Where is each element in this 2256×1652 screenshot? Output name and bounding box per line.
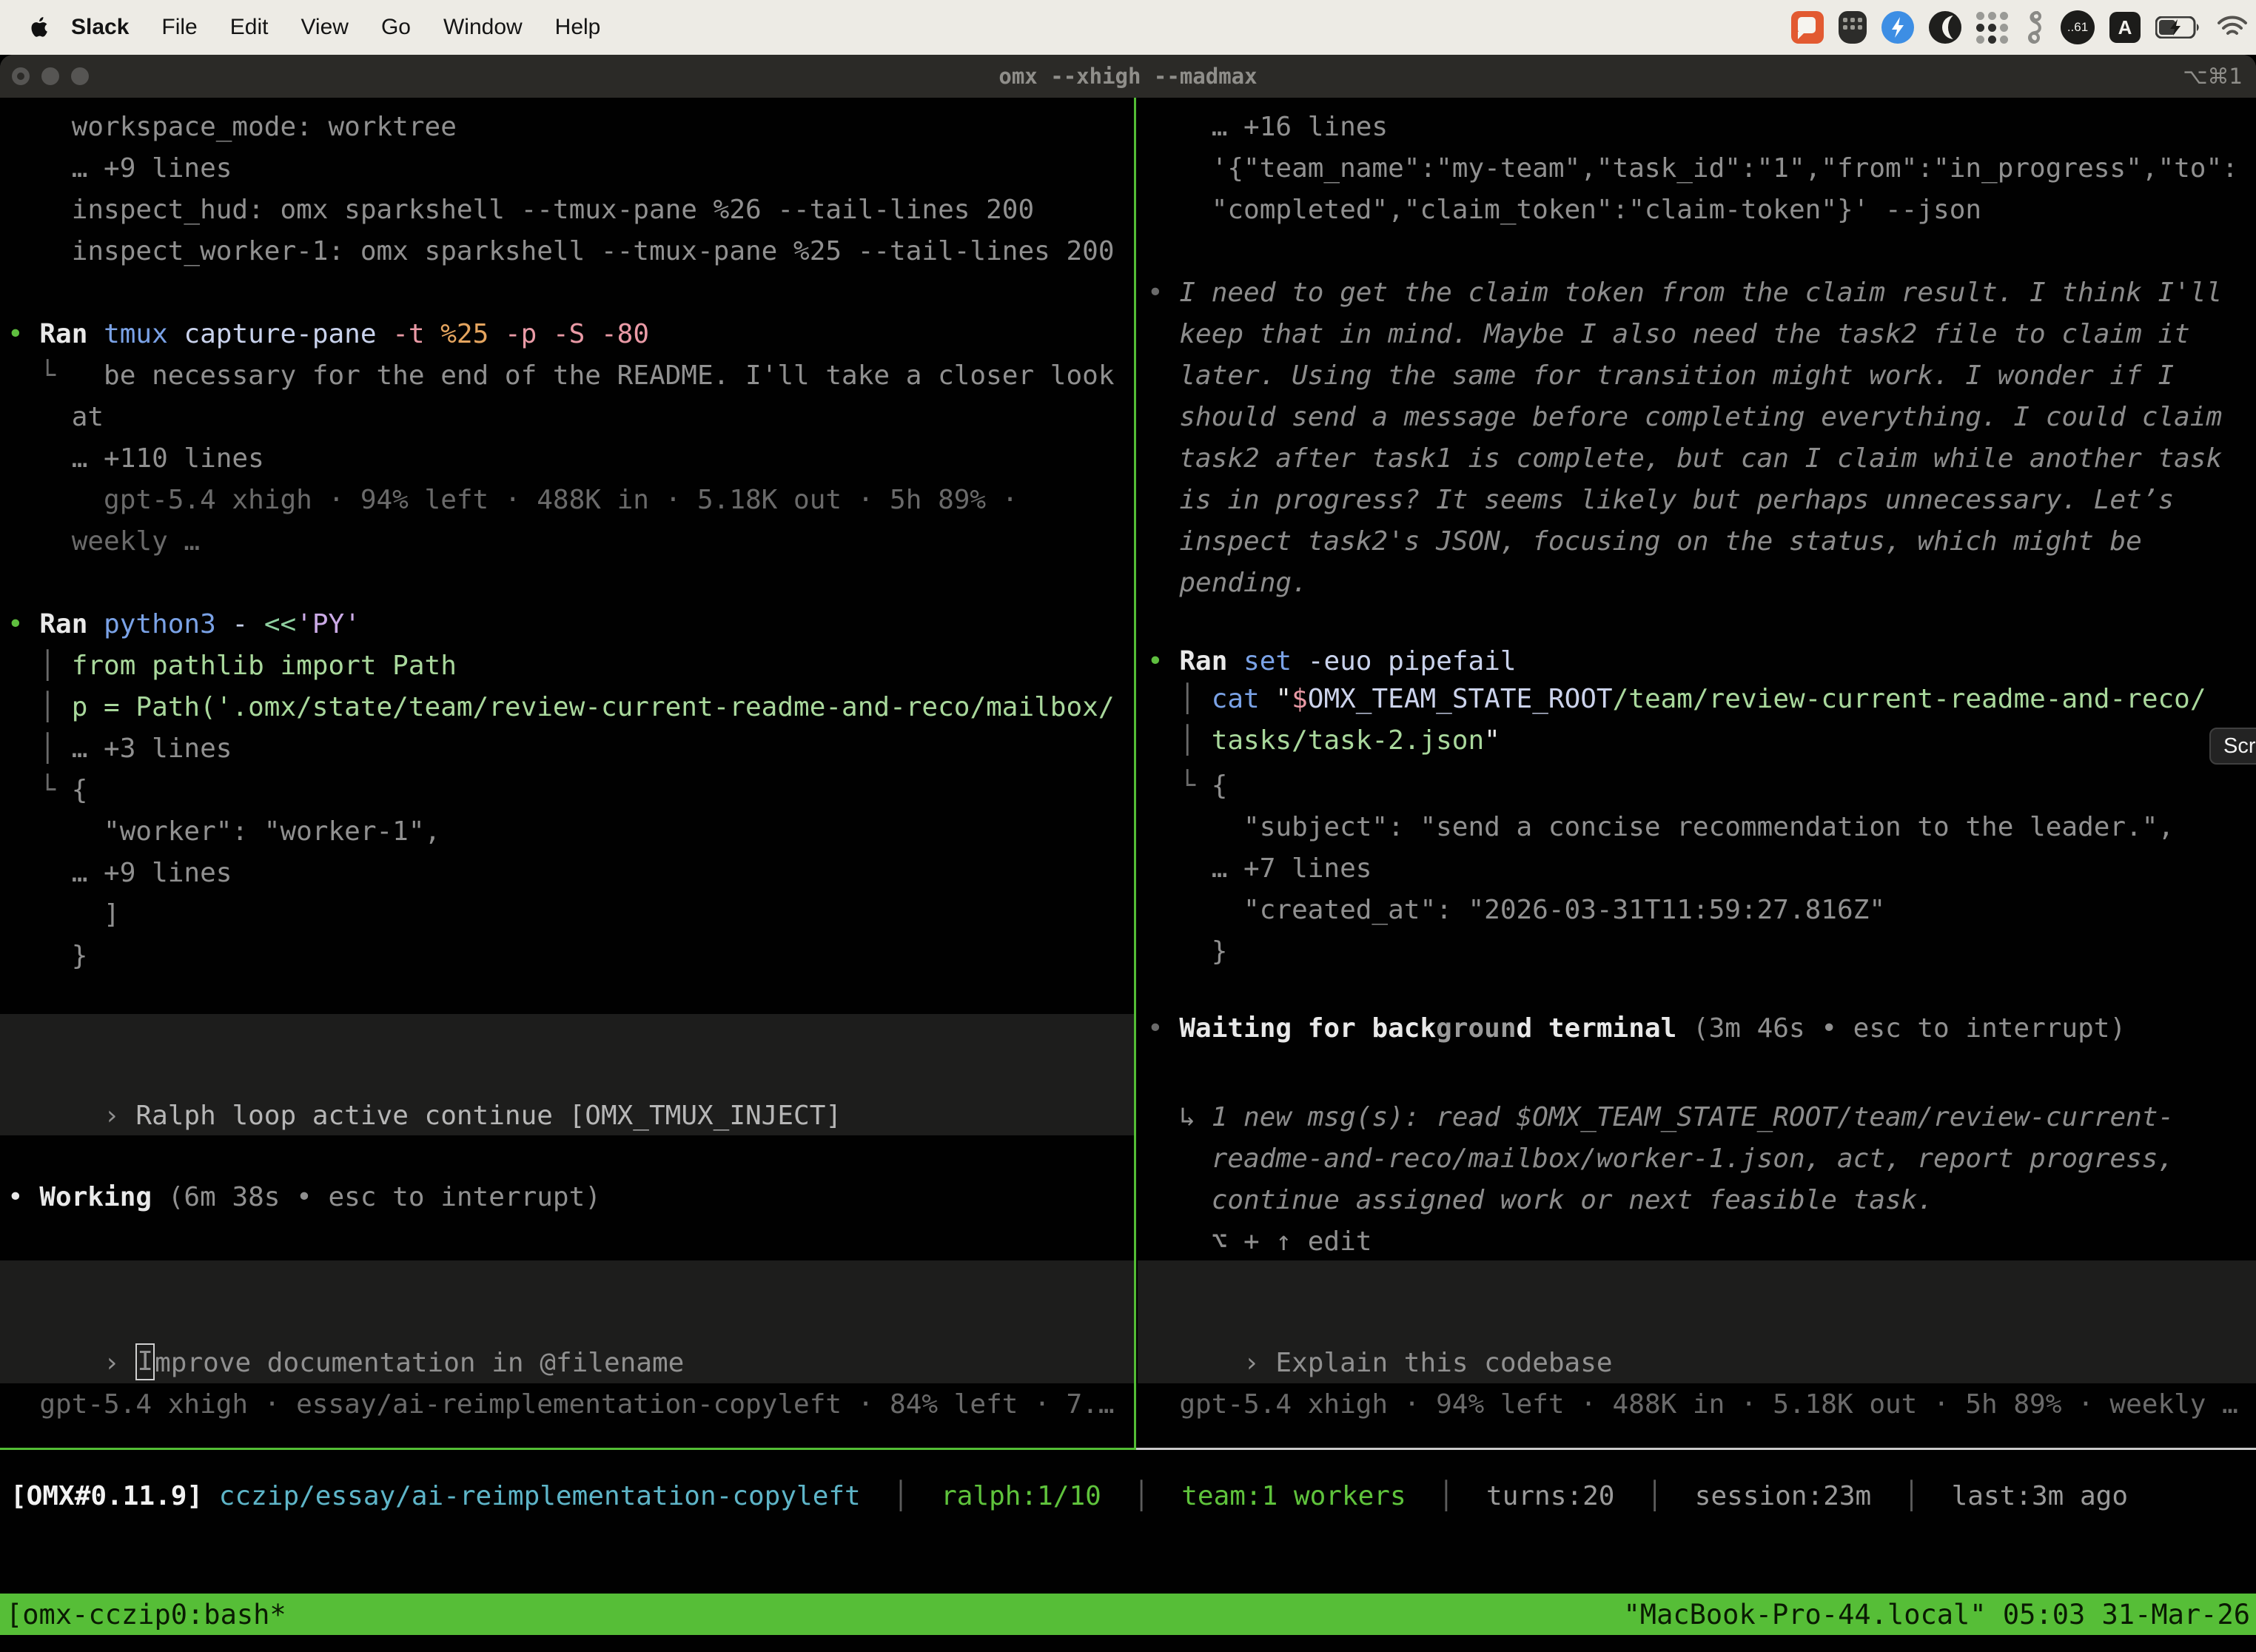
terminal-line: ] — [7, 894, 120, 936]
menu-bar-status-icons: ..61 A — [1791, 0, 2249, 55]
terminal-line: should send a message before completing … — [1147, 397, 2222, 438]
prompt-input[interactable]: › Explain this codebase — [1147, 1301, 1613, 1343]
terminal-line: … +9 lines — [7, 148, 232, 189]
terminal-line: … +110 lines — [7, 438, 264, 480]
terminal-line: └ { — [7, 770, 87, 811]
terminal-line: '{"team_name":"my-team","task_id":"1","f… — [1147, 148, 2238, 189]
terminal-line: keep that in mind. Maybe I also need the… — [1147, 314, 2190, 355]
prompt-input[interactable]: › Improve documentation in @filename — [7, 1301, 684, 1343]
terminal-line: • Ran set -euo pipefail — [1147, 641, 1517, 682]
prompt-placeholder: mprove documentation in @filename — [155, 1348, 684, 1378]
window-title: omx --xhigh --madmax — [0, 55, 2256, 98]
terminal-line: │ … +3 lines — [7, 728, 232, 770]
chevron-icon: › — [104, 1101, 135, 1131]
terminal-line: ↳ 1 new msg(s): read $OMX_TEAM_STATE_ROO… — [1147, 1097, 2174, 1138]
menu-item[interactable]: Edit — [230, 15, 269, 40]
crescent-app-icon[interactable] — [1929, 11, 1961, 44]
terminal-line: later. Using the same for transition mig… — [1147, 355, 2174, 397]
apple-menu-icon[interactable] — [31, 16, 50, 39]
a-badge-icon[interactable]: A — [2109, 12, 2141, 43]
terminal-line: • Working (6m 38s • esc to interrupt) — [7, 1177, 601, 1218]
left-pane-bottom-border — [0, 1448, 1136, 1450]
terminal-line: inspect task2's JSON, focusing on the st… — [1147, 521, 2142, 563]
terminal-line: "completed","claim_token":"claim-token"}… — [1147, 189, 1981, 231]
dots-grid-icon[interactable] — [1976, 11, 2009, 44]
left-pane[interactable]: › Ralph loop active continue [OMX_TMUX_I… — [0, 98, 1134, 1448]
terminal-line: • Ran python3 - <<'PY' — [7, 604, 360, 645]
terminal-line: readme-and-reco/mailbox/worker-1.json, a… — [1147, 1138, 2174, 1180]
terminal-line: "subject": "send a concise recommendatio… — [1147, 807, 2174, 848]
terminal-line: at — [7, 397, 104, 438]
terminal-line: task2 after task1 is complete, but can I… — [1147, 438, 2222, 480]
blue-badge-icon[interactable] — [1881, 11, 1914, 44]
terminal-line: … +9 lines — [7, 853, 232, 894]
terminal-line: │ cat "$OMX_TEAM_STATE_ROOT/team/review-… — [1147, 679, 2206, 720]
battery-icon[interactable] — [2155, 16, 2201, 38]
menu-item[interactable]: View — [301, 15, 348, 40]
right-pane[interactable]: › Explain this codebase … +16 lines '{"t… — [1138, 98, 2256, 1448]
wifi-icon[interactable] — [2216, 15, 2249, 40]
terminal-line: │ from pathlib import Path — [7, 645, 457, 687]
screen-tooltip: Scre — [2209, 728, 2256, 765]
shield-grid-icon[interactable] — [1839, 11, 1867, 44]
omx-status-line: [OMX#0.11.9] cczip/essay/ai-reimplementa… — [10, 1476, 2246, 1517]
pane-divider[interactable] — [1134, 98, 1136, 1450]
terminal-line: │ p = Path('.omx/state/team/review-curre… — [7, 687, 1115, 728]
terminal-line: ⌥ + ↑ edit — [1147, 1221, 1372, 1263]
terminal-line: … +7 lines — [1147, 848, 1372, 890]
window-title-bar[interactable]: omx --xhigh --madmax ⌥⌘1 — [0, 55, 2256, 98]
terminal-line: "worker": "worker-1", — [7, 811, 440, 853]
terminal-line: weekly … — [7, 521, 200, 563]
terminal-line: └ be necessary for the end of the README… — [7, 355, 1115, 397]
tmux-session-label: [omx-cczip0:bash* — [6, 1599, 286, 1631]
tmux-host-clock: "MacBook-Pro-44.local" 05:03 31-Mar-26 — [1624, 1599, 2250, 1631]
terminal-line: inspect_hud: omx sparkshell --tmux-pane … — [7, 189, 1034, 231]
terminal-window: omx --xhigh --madmax ⌥⌘1 › Ralph loop ac… — [0, 55, 2256, 1652]
right-pane-bottom-border — [1136, 1448, 2256, 1450]
terminal-line: } — [1147, 931, 1227, 973]
menu-item[interactable]: Window — [443, 15, 523, 40]
count-badge-icon[interactable]: ..61 — [2061, 10, 2095, 44]
prompt-placeholder: Explain this codebase — [1275, 1348, 1612, 1378]
terminal-line: continue assigned work or next feasible … — [1147, 1180, 1933, 1221]
terminal-line: [OMX#0.11.9] cczip/essay/ai-reimplementa… — [10, 1476, 2128, 1517]
terminal-line: gpt-5.4 xhigh · 94% left · 488K in · 5.1… — [7, 480, 1018, 521]
prompt-chevron-icon: › — [1243, 1348, 1275, 1378]
terminal-line: • Ran tmux capture-pane -t %25 -p -S -80 — [7, 314, 649, 355]
terminal-line: } — [7, 936, 87, 977]
active-app-name[interactable]: Slack — [71, 15, 129, 40]
menu-item[interactable]: File — [161, 15, 197, 40]
terminal-line: is in progress? It seems likely but perh… — [1147, 480, 2174, 521]
terminal-line: inspect_worker-1: omx sparkshell --tmux-… — [7, 231, 1115, 272]
ralph-loop-notice: › Ralph loop active continue [OMX_TMUX_I… — [7, 1054, 842, 1095]
terminal-line: … +16 lines — [1147, 107, 1388, 148]
terminal-line: pending. — [1147, 563, 1308, 604]
chat-app-icon[interactable] — [1791, 11, 1824, 44]
terminal-line: └ { — [1147, 765, 1227, 807]
terminal-line: • I need to get the claim token from the… — [1147, 272, 2222, 314]
menu-bar: Slack File Edit View Go Window Help ..61 A — [0, 0, 2256, 55]
menu-items: File Edit View Go Window Help — [161, 15, 600, 40]
prompt-chevron-icon: › — [104, 1348, 135, 1378]
terminal-line: gpt-5.4 xhigh · 94% left · 488K in · 5.1… — [1147, 1384, 2238, 1426]
squiggle-icon[interactable] — [2024, 10, 2046, 45]
menu-item[interactable]: Go — [381, 15, 411, 40]
tmux-status-bar: [omx-cczip0:bash* "MacBook-Pro-44.local"… — [0, 1594, 2256, 1635]
terminal-line: • Waiting for background terminal (3m 46… — [1147, 1008, 2126, 1050]
terminal-line: "created_at": "2026-03-31T11:59:27.816Z" — [1147, 890, 1885, 931]
terminal-line: │ tasks/task-2.json" — [1147, 720, 1500, 762]
window-shortcut-badge: ⌥⌘1 — [2183, 55, 2243, 98]
menu-item[interactable]: Help — [555, 15, 601, 40]
text-cursor[interactable]: I — [135, 1343, 155, 1380]
terminal-line: workspace_mode: worktree — [7, 107, 457, 148]
terminal-line: gpt-5.4 xhigh · essay/ai-reimplementatio… — [7, 1384, 1115, 1426]
